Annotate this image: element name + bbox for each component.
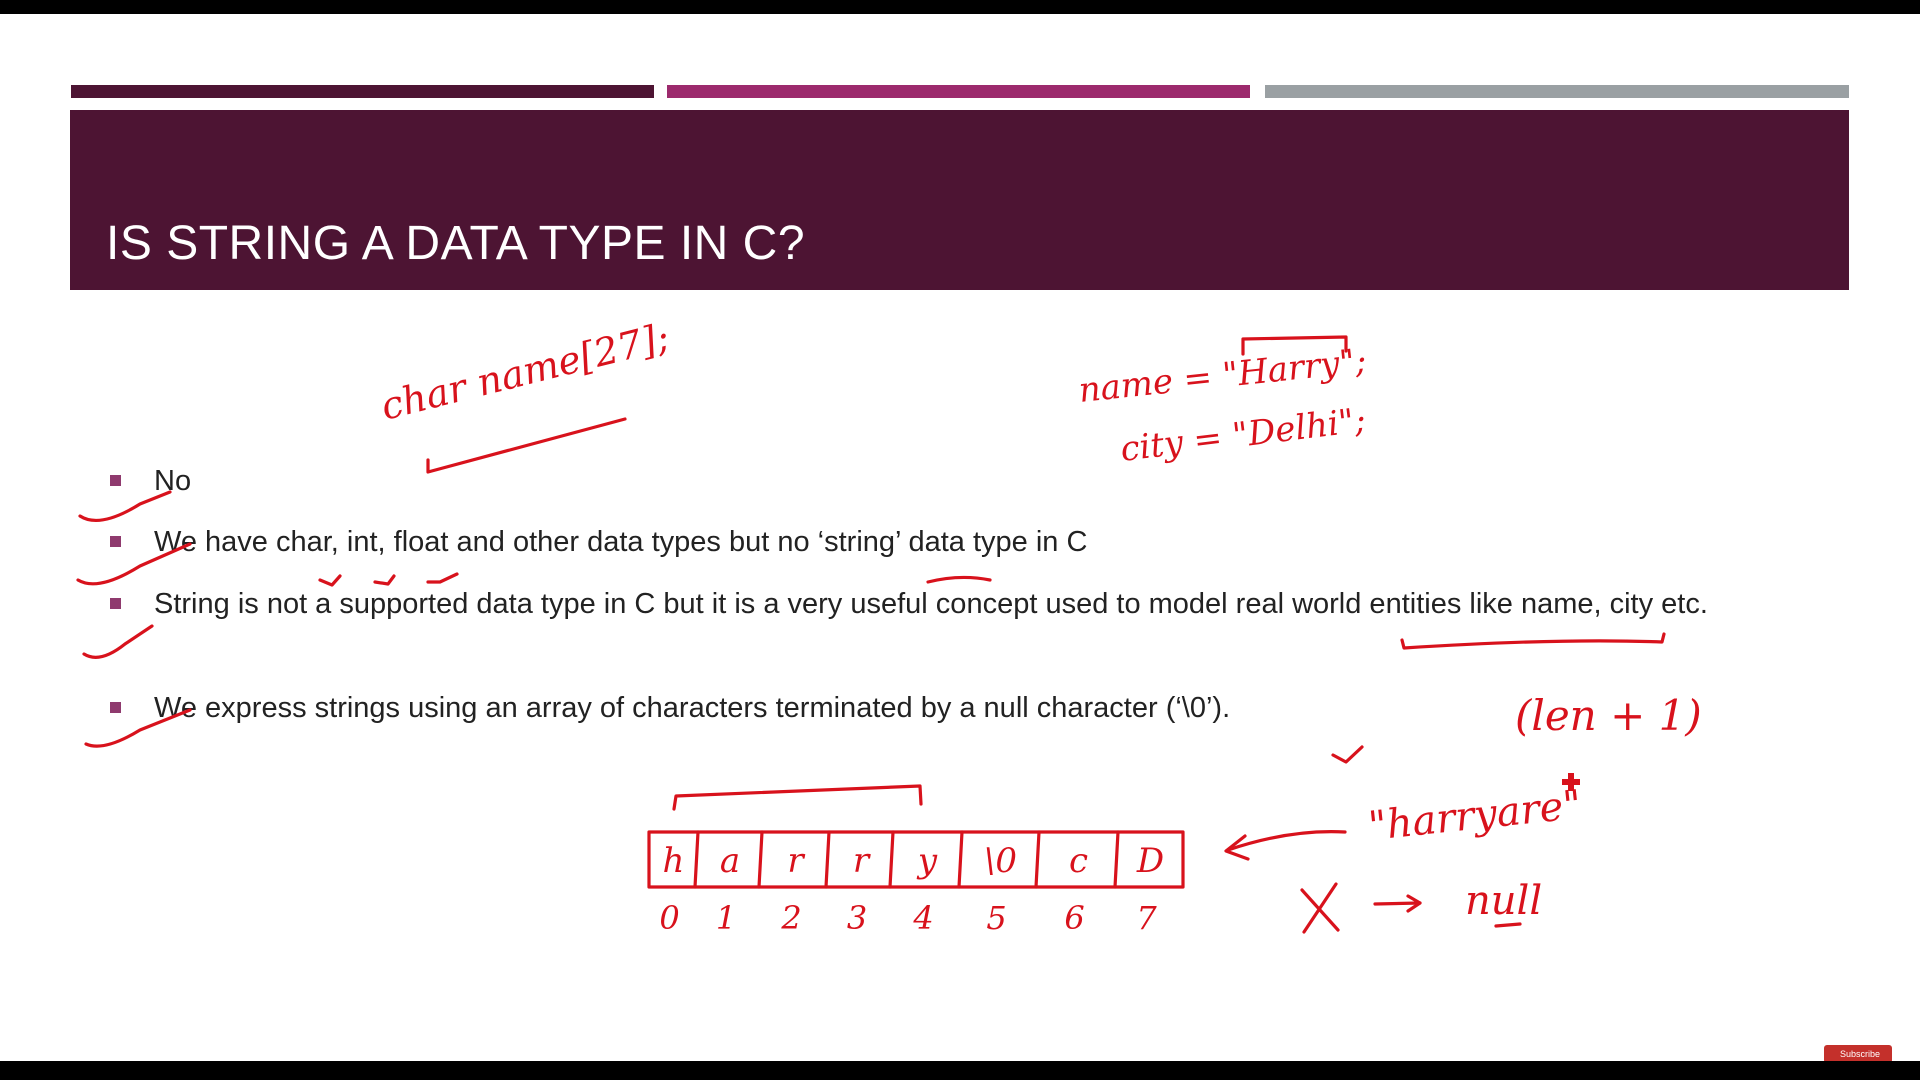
array-cell-char: a [720,841,740,881]
name-assignment-note: name = "Harry"; [1077,341,1369,411]
array-cell-divider [1034,830,1041,889]
array-cell-divider [957,830,964,889]
array-cell-char: c [1069,841,1088,881]
char-array: h a r r y \0 c D 0 1 2 3 4 5 6 7 [647,830,1185,937]
underline-real-world-entities [1400,632,1666,650]
checkmark [82,624,154,659]
array-cell-char: \0 [984,841,1017,881]
array-index-label: 2 [780,899,801,937]
array-cell-divider [1113,830,1120,889]
array-cell-char: h [663,841,685,881]
null-note: null [1465,878,1542,924]
arrow-shaft [1373,901,1422,906]
tick-char [318,574,342,587]
checkmark-null-char [1331,745,1364,764]
underline-null [1494,922,1522,928]
array-index-label: 3 [847,899,867,937]
array-cell-char: y [916,841,938,881]
array-index-label: 0 [659,899,679,937]
array-bracket [672,784,923,811]
string-literal-note: "harryare" [1366,782,1584,850]
array-cell-divider [757,830,764,889]
array-index-label: 4 [912,899,933,937]
array-cell-divider [693,830,700,889]
city-assignment-note: city = "Delhi"; [1118,400,1368,470]
array-cell-divider [888,830,895,889]
arrow-shaft [1226,830,1347,852]
handwritten-annotations: char name[27]; name = "Harry"; city = "D… [76,315,1702,937]
tick-int [373,574,396,586]
array-cell-char: r [853,841,871,881]
array-cell-char: D [1136,841,1164,881]
array-index-label: 7 [1136,899,1157,937]
tick-float [426,572,459,584]
checkmark [76,542,192,586]
slide: IS STRING A DATA TYPE IN C? No We have c… [0,14,1920,1061]
array-cell-divider [824,830,831,889]
array-cell-char: r [787,841,805,881]
declaration-note: char name[27]; [377,315,674,429]
checkmark [78,490,172,523]
subscribe-button[interactable]: Subscribe [1824,1045,1892,1061]
len-plus-one-note: (len + 1) [1515,691,1702,740]
cross-icon [1300,882,1340,934]
declaration-bracket [426,417,627,474]
array-index-label: 5 [986,899,1006,937]
array-index-label: 1 [716,899,736,937]
checkmark [84,708,192,748]
underline-string [926,575,992,584]
array-index-label: 6 [1064,899,1084,937]
